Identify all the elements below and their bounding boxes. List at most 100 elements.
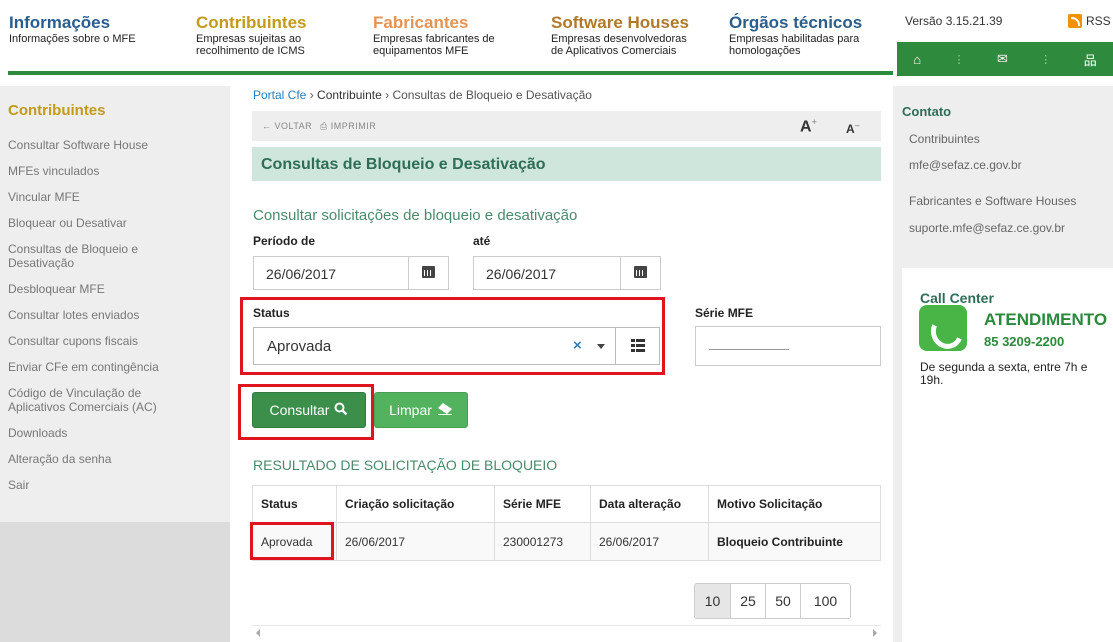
top-navigation: Informações Informações sobre o MFE Cont… (0, 0, 1113, 76)
phone-icon (919, 305, 967, 351)
highlight-box-status (240, 297, 665, 375)
column-header-serie[interactable]: Série MFE (494, 485, 591, 523)
breadcrumb-home[interactable]: Portal Cfe (253, 88, 306, 102)
nav-title: Fabricantes (373, 13, 469, 32)
nav-subtitle: Empresas habilitadas para homologações (729, 33, 860, 57)
font-decrease-label: A (846, 122, 855, 136)
sidebar-item-lotes-enviados[interactable]: Consultar lotes enviados (8, 308, 223, 322)
sidebar-item-mfes-vinculados[interactable]: MFEs vinculados (8, 164, 223, 178)
results-title: RESULTADO DE SOLICITAÇÃO DE BLOQUEIO (253, 457, 558, 473)
call-center-card: Call Center ATENDIMENTO 85 3209-2200 De … (902, 268, 1113, 642)
table-row[interactable]: Aprovada 26/06/2017 230001273 26/06/2017… (252, 522, 881, 561)
breadcrumb-current: Consultas de Bloqueio e Desativação (392, 88, 592, 102)
date-from-label: Período de (253, 234, 316, 248)
cell-serie: 230001273 (494, 522, 591, 561)
font-increase-button[interactable]: A+ (800, 117, 817, 136)
form-subtitle: Consultar solicitações de bloqueio e des… (253, 207, 578, 224)
calendar-icon (422, 266, 435, 278)
font-increase-label: A (800, 118, 812, 136)
breadcrumb-separator: › (309, 88, 314, 102)
page-size-10[interactable]: 10 (695, 584, 730, 618)
page-size-100[interactable]: 100 (800, 584, 850, 618)
sidebar-title: Contribuintes (8, 102, 106, 119)
results-table: Status Criação solicitação Série MFE Dat… (252, 485, 881, 561)
cell-motivo: Bloqueio Contribuinte (708, 522, 881, 561)
date-from-field[interactable]: 26/06/2017 (253, 256, 449, 290)
breadcrumb: Portal Cfe › Contribuinte › Consultas de… (253, 88, 592, 102)
date-from-calendar-button[interactable] (408, 257, 448, 289)
serie-mfe-label: Série MFE (695, 306, 754, 320)
sidebar-item-cupons-fiscais[interactable]: Consultar cupons fiscais (8, 334, 223, 348)
serie-mfe-input[interactable] (695, 326, 881, 366)
column-header-motivo[interactable]: Motivo Solicitação (708, 485, 881, 523)
nav-contribuintes[interactable]: Contribuintes Empresas sujeitas ao recol… (196, 13, 326, 58)
nav-fabricantes[interactable]: Fabricantes Empresas fabricantes de equi… (373, 13, 513, 58)
home-icon[interactable]: ⌂ (913, 52, 921, 67)
sidebar-item-desbloquear-mfe[interactable]: Desbloquear MFE (8, 282, 223, 296)
scroll-left-icon[interactable] (256, 629, 260, 637)
breadcrumb-separator: › (385, 88, 390, 102)
contact-contrib-label: Contribuintes (909, 132, 980, 146)
back-button[interactable]: ← VOLTAR (262, 121, 312, 131)
plus-sign: + (811, 117, 817, 127)
nav-subtitle: Empresas sujeitas ao recolhimento de ICM… (196, 33, 305, 57)
date-to-label: até (473, 234, 491, 248)
nav-title: Contribuintes (196, 13, 307, 32)
nav-informacoes[interactable]: Informações Informações sobre o MFE (9, 13, 169, 46)
contact-title: Contato (902, 104, 952, 119)
limpar-button[interactable]: Limpar (374, 392, 468, 428)
nav-subtitle: Empresas fabricantes de equipamentos MFE (373, 33, 495, 57)
column-header-status[interactable]: Status (252, 485, 337, 523)
nav-software-houses[interactable]: Software Houses Empresas desenvolvedoras… (551, 13, 701, 58)
nav-subtitle: Empresas desenvolvedoras de Aplicativos … (551, 33, 687, 57)
cell-criacao: 26/06/2017 (336, 522, 495, 561)
column-header-criacao[interactable]: Criação solicitação (336, 485, 495, 523)
sidebar-item-bloquear-desativar[interactable]: Bloquear ou Desativar (8, 216, 223, 230)
horizontal-scrollbar[interactable] (252, 625, 881, 642)
page-title-bar: Consultas de Bloqueio e Desativação (252, 147, 881, 181)
sidebar-item-sair[interactable]: Sair (8, 478, 223, 492)
sidebar-item-vincular-mfe[interactable]: Vincular MFE (8, 190, 223, 204)
column-header-data-alteracao[interactable]: Data alteração (590, 485, 709, 523)
page-size-25[interactable]: 25 (730, 584, 765, 618)
contact-fab-email[interactable]: suporte.mfe@sefaz.ce.gov.br (909, 221, 1065, 235)
scroll-right-icon[interactable] (873, 629, 877, 637)
sidebar-item-consultas-bloqueio[interactable]: Consultas de Bloqueio e Desativação (8, 242, 183, 270)
date-to-field[interactable]: 26/06/2017 (473, 256, 661, 290)
input-mask-underline (709, 349, 789, 350)
sidebar-item-codigo-vinculacao[interactable]: Código de Vinculação de Aplicativos Come… (8, 386, 193, 414)
sidebar-item-alteracao-senha[interactable]: Alteração da senha (8, 452, 223, 466)
highlight-box-status-cell (250, 522, 334, 560)
font-decrease-button[interactable]: A– (846, 120, 860, 136)
nav-subtitle: Informações sobre o MFE (9, 33, 136, 45)
table-header-row: Status Criação solicitação Série MFE Dat… (252, 485, 881, 523)
page-toolbar: ← VOLTAR ⎙ IMPRIMIR A+ A– (252, 111, 881, 141)
date-to-calendar-button[interactable] (620, 257, 660, 289)
sidebar-footer (0, 522, 230, 642)
limpar-label: Limpar (389, 402, 432, 418)
contact-contrib-email[interactable]: mfe@sefaz.ce.gov.br (909, 158, 1022, 172)
page-size-selector: 10 25 50 100 (694, 583, 851, 619)
sidebar-item-consultar-software-house[interactable]: Consultar Software House (8, 138, 223, 152)
nav-title: Informações (9, 13, 111, 32)
divider: ⋮ (1040, 53, 1052, 66)
mail-icon[interactable]: ✉ (997, 51, 1008, 67)
call-center-hours: De segunda a sexta, entre 7h e 19h. (920, 360, 1088, 387)
divider: ⋮ (953, 53, 965, 66)
date-from-value: 26/06/2017 (266, 266, 337, 282)
print-button[interactable]: ⎙ IMPRIMIR (320, 121, 376, 132)
left-sidebar: Contribuintes Consultar Software House M… (0, 86, 230, 642)
contact-fab-label: Fabricantes e Software Houses (909, 194, 1077, 208)
rss-link[interactable]: RSS (1068, 14, 1111, 28)
sitemap-icon[interactable]: 品 (1084, 50, 1097, 69)
rss-label: RSS (1086, 14, 1111, 28)
page-size-50[interactable]: 50 (765, 584, 800, 618)
sidebar-item-downloads[interactable]: Downloads (8, 426, 223, 440)
breadcrumb-section[interactable]: Contribuinte (317, 88, 382, 102)
nav-orgaos-tecnicos[interactable]: Órgãos técnicos Empresas habilitadas par… (729, 14, 879, 58)
calendar-icon (634, 266, 647, 278)
call-center-phone: 85 3209-2200 (984, 334, 1065, 349)
call-center-title: Call Center (920, 290, 994, 306)
sidebar-item-cfe-contingencia[interactable]: Enviar CFe em contingência (8, 360, 223, 374)
nav-title: Software Houses (551, 13, 689, 32)
